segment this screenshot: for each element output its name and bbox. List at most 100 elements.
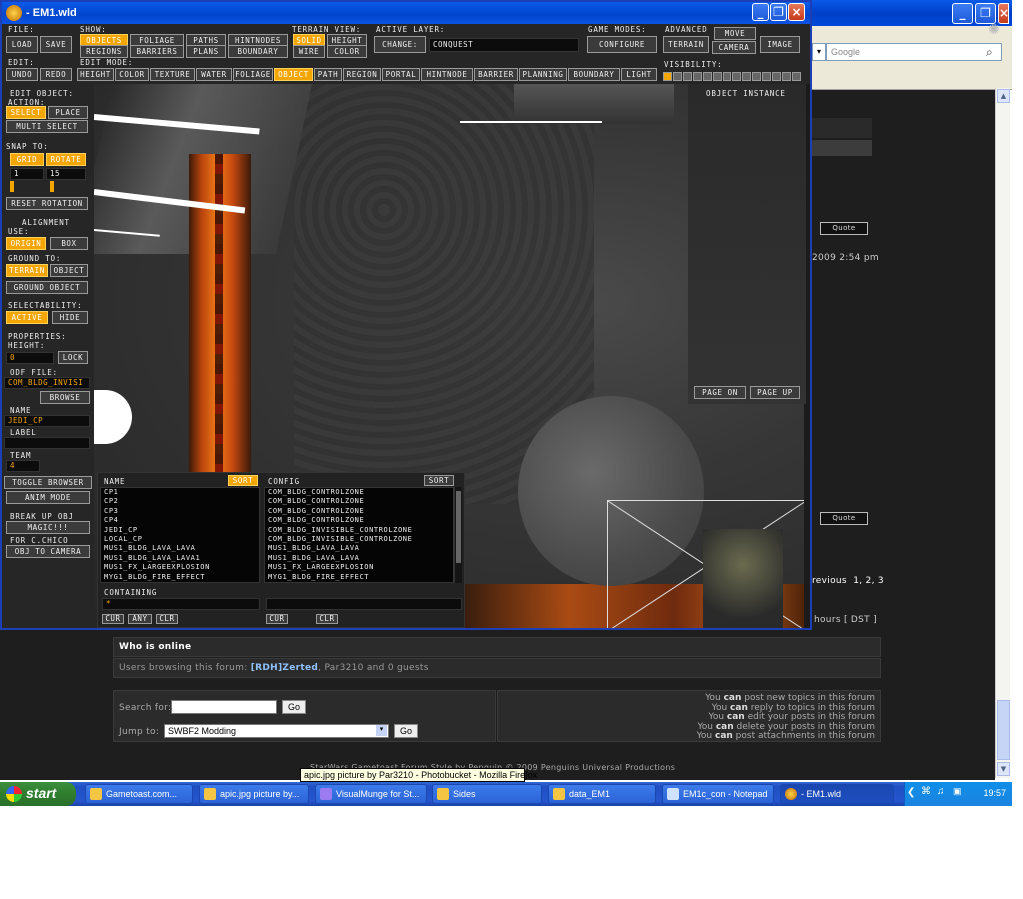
lock-button[interactable]: Lock: [58, 351, 88, 364]
name-clr-button[interactable]: Clr: [156, 614, 178, 624]
multi-select-button[interactable]: Multi Select: [6, 120, 88, 133]
reset-rotation-button[interactable]: Reset Rotation: [6, 197, 88, 210]
mode-color-button[interactable]: Color: [115, 68, 149, 81]
selectability-active-button[interactable]: Active: [6, 311, 48, 324]
redo-button[interactable]: Redo: [40, 68, 72, 81]
search-input[interactable]: Google: [826, 43, 1002, 61]
minimize-button[interactable]: _: [752, 3, 769, 21]
scroll-up-icon[interactable]: ▲: [997, 89, 1010, 103]
align-box-button[interactable]: Box: [50, 237, 88, 250]
mode-region-button[interactable]: Region: [343, 68, 381, 81]
undo-button[interactable]: Undo: [6, 68, 38, 81]
firefox-scrollbar[interactable]: ▲ ▼: [995, 88, 1010, 778]
mode-height-button[interactable]: Height: [77, 68, 114, 81]
task-em1-wld[interactable]: - EM1.wld: [780, 784, 894, 804]
task-visualmunge[interactable]: VisualMunge for St...: [315, 784, 427, 804]
list-item[interactable]: MUS1_BLDG_LAVA_LAVA: [265, 554, 453, 563]
rotate-slider[interactable]: [50, 181, 54, 192]
jump-to-select[interactable]: SWBF2 Modding ▾: [164, 724, 389, 738]
list-item[interactable]: JEDI_CP: [101, 526, 259, 535]
search-go-button[interactable]: Go: [282, 700, 306, 714]
pagination-pages[interactable]: 1, 2, 3: [853, 576, 884, 586]
sort-name-button[interactable]: Sort: [228, 475, 258, 486]
tray-expand-icon[interactable]: ❮: [907, 787, 915, 798]
rotate-value[interactable]: 15: [46, 168, 86, 180]
list-item[interactable]: LOCAL_CP: [101, 535, 259, 544]
ground-terrain-button[interactable]: Terrain: [6, 264, 48, 277]
show-plans-button[interactable]: Plans: [186, 45, 226, 58]
mode-object-button[interactable]: Object: [274, 68, 313, 81]
list-item[interactable]: COM_BLDG_CONTROLZONE: [265, 497, 453, 506]
visibility-slider[interactable]: [663, 72, 801, 81]
label-input[interactable]: [4, 437, 90, 449]
terrain-button[interactable]: Terrain: [663, 36, 709, 53]
list-item[interactable]: CP2: [101, 497, 259, 506]
mode-texture-button[interactable]: Texture: [150, 68, 195, 81]
task-sides[interactable]: Sides: [432, 784, 542, 804]
list-item[interactable]: MUS1_BLDG_LAVA_LAVA1: [101, 554, 259, 563]
list-item[interactable]: CP1: [101, 488, 259, 497]
terrain-color-button[interactable]: Color: [327, 45, 367, 58]
place-button[interactable]: Place: [48, 106, 88, 119]
pagination-prefix[interactable]: revious: [812, 576, 847, 586]
obj-to-camera-button[interactable]: Obj To Camera: [6, 545, 90, 558]
clock[interactable]: 19:57: [983, 788, 1006, 798]
camera-button[interactable]: Camera: [712, 41, 756, 54]
name-cur-button[interactable]: Cur: [102, 614, 124, 624]
name-input[interactable]: jedi_cp: [4, 415, 90, 427]
align-origin-button[interactable]: Origin: [6, 237, 46, 250]
task-gametoast[interactable]: Gametoast.com...: [85, 784, 193, 804]
config-list[interactable]: COM_BLDG_CONTROLZONE COM_BLDG_CONTROLZON…: [264, 487, 454, 583]
list-item[interactable]: COM_BLDG_INVISIBLE_CONTROLZONE: [265, 526, 453, 535]
save-button[interactable]: Save: [40, 36, 72, 53]
terrain-wire-button[interactable]: Wire: [293, 45, 325, 58]
name-list[interactable]: CP1 CP2 CP3 CP4 JEDI_CP LOCAL_CP MUS1_BL…: [100, 487, 260, 583]
list-item[interactable]: CP3: [101, 507, 259, 516]
close-button[interactable]: ×: [788, 3, 805, 21]
jump-go-button[interactable]: Go: [394, 724, 418, 738]
config-cur-button[interactable]: Cur: [266, 614, 288, 624]
scroll-down-icon[interactable]: ▼: [997, 762, 1010, 776]
maximize-button[interactable]: ❐: [975, 3, 996, 24]
move-button[interactable]: Move: [714, 27, 756, 40]
ground-object-button[interactable]: Ground Object: [6, 281, 88, 294]
height-input[interactable]: 0: [6, 352, 54, 364]
selectability-hide-button[interactable]: Hide: [52, 311, 88, 324]
list-scrollbar[interactable]: [454, 487, 462, 583]
list-item[interactable]: MUS1_BLDG_LAVA_LAVA: [101, 544, 259, 553]
mode-light-button[interactable]: Light: [621, 68, 657, 81]
mode-portal-button[interactable]: Portal: [382, 68, 420, 81]
browse-button[interactable]: Browse: [40, 391, 90, 404]
volume-icon[interactable]: ♫: [937, 786, 945, 797]
mode-barrier-button[interactable]: Barrier: [474, 68, 518, 81]
mode-foliage-button[interactable]: Foliage: [233, 68, 273, 81]
list-item[interactable]: COM_BLDG_CONTROLZONE: [265, 488, 453, 497]
image-button[interactable]: Image: [760, 36, 800, 53]
show-barriers-button[interactable]: Barriers: [130, 45, 184, 58]
list-item[interactable]: CP4: [101, 516, 259, 525]
search-engine-dropdown[interactable]: ▾: [812, 43, 826, 61]
list-item[interactable]: MYG1_BLDG_FIRE_EFFECT: [101, 573, 259, 582]
change-layer-button[interactable]: Change:: [374, 36, 426, 53]
ground-object-toggle[interactable]: Object: [50, 264, 88, 277]
active-layer-value[interactable]: conquest: [429, 38, 579, 52]
minimap[interactable]: [607, 500, 804, 628]
mode-hintnode-button[interactable]: HintNode: [421, 68, 473, 81]
list-item[interactable]: COM_BLDG_CONTROLZONE: [265, 507, 453, 516]
show-boundary-button[interactable]: Boundary: [228, 45, 288, 58]
mode-water-button[interactable]: Water: [196, 68, 232, 81]
toggle-browser-button[interactable]: Toggle Browser: [4, 476, 92, 489]
task-data-em1[interactable]: data_EM1: [548, 784, 656, 804]
load-button[interactable]: Load: [6, 36, 38, 53]
mode-planning-button[interactable]: Planning: [519, 68, 567, 81]
close-button[interactable]: ×: [998, 3, 1009, 24]
list-item[interactable]: COM_BLDG_INVISIBLE_CONTROLZONE: [265, 535, 453, 544]
network-icon[interactable]: ⌘: [921, 786, 931, 797]
list-item[interactable]: MYG1_BLDG_FIRE_EFFECT: [265, 573, 453, 582]
list-item[interactable]: MUS1_BLDG_LAVA_LAVA: [265, 544, 453, 553]
config-clr-button[interactable]: Clr: [316, 614, 338, 624]
list-item[interactable]: MUS1_FX_LARGEEXPLOSION: [265, 563, 453, 572]
minimize-button[interactable]: _: [952, 3, 973, 24]
grid-value[interactable]: 1: [10, 168, 44, 180]
mode-path-button[interactable]: Path: [314, 68, 342, 81]
